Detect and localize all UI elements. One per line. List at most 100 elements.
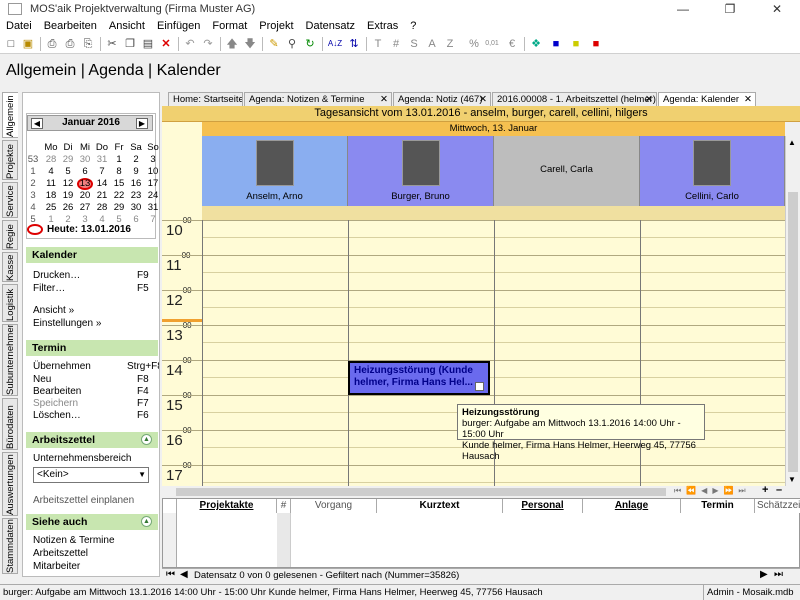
calendar-day[interactable]: 31 xyxy=(94,154,110,165)
calendar-day[interactable]: 29 xyxy=(111,202,127,213)
redo-icon[interactable]: ↷ xyxy=(200,36,216,52)
tab-agenda-notiz[interactable]: Agenda: Notiz (467) ✕ xyxy=(393,92,491,106)
calendar-day[interactable]: 12 xyxy=(60,178,76,189)
down-icon[interactable]: 🡇 xyxy=(242,36,258,52)
tab-agenda-kalender[interactable]: Agenda: Kalender ✕ xyxy=(658,92,756,106)
calendar-day[interactable]: 18 xyxy=(43,190,59,201)
paste-icon[interactable]: ▤ xyxy=(140,36,156,52)
tab-arbeitszettel[interactable]: 2016.00008 - 1. Arbeitszettel (helmer) ✕ xyxy=(492,92,657,106)
ansicht-link[interactable]: Ansicht » xyxy=(33,305,74,316)
today-link[interactable]: Heute: 13.01.2016 xyxy=(47,224,131,235)
calendar-day[interactable]: 24 xyxy=(145,190,159,201)
calendar-day[interactable]: 11 xyxy=(43,178,59,189)
calendar-day[interactable]: 6 xyxy=(77,166,93,177)
calendar-day[interactable]: 16 xyxy=(128,178,144,189)
s-icon[interactable]: S xyxy=(406,36,422,52)
next-month-button[interactable]: ▶ xyxy=(136,118,148,129)
calendar-day[interactable]: 8 xyxy=(111,166,127,177)
day-header[interactable]: Mittwoch, 13. Januar xyxy=(202,122,785,136)
menu-einfuegen[interactable]: Einfügen xyxy=(151,18,206,34)
calendar-day[interactable]: 30 xyxy=(128,202,144,213)
scroll-thumb[interactable] xyxy=(788,192,798,472)
z-icon[interactable]: Z xyxy=(442,36,458,52)
termin-neu-link[interactable]: Neu xyxy=(33,374,51,385)
calendar-day[interactable]: 29 xyxy=(60,154,76,165)
first-record-icon[interactable]: ⏮ xyxy=(166,569,175,580)
delete-icon[interactable]: ✕ xyxy=(158,36,174,52)
kalender-filter-link[interactable]: Filter… xyxy=(33,283,65,294)
termin-bearbeiten-link[interactable]: Bearbeiten xyxy=(33,386,81,397)
calendar-day[interactable]: 15 xyxy=(111,178,127,189)
calendar-day[interactable]: 7 xyxy=(145,214,159,225)
appointment-heizungsstoerung[interactable]: Heizungsstörung (Kunde helmer, Firma Han… xyxy=(348,361,490,395)
last-record-icon[interactable]: ⏭ xyxy=(774,569,783,580)
calendar-day[interactable]: 28 xyxy=(43,154,59,165)
termin-loeschen-link[interactable]: Löschen… xyxy=(33,410,81,421)
close-tab-icon[interactable]: ✕ xyxy=(744,93,752,106)
copy-icon[interactable]: ❐ xyxy=(122,36,138,52)
new-icon[interactable]: □ xyxy=(3,36,19,52)
prev-record-icon[interactable]: ◀ xyxy=(180,569,188,580)
calendar-day[interactable]: 20 xyxy=(77,190,93,201)
calendar-day[interactable]: 17 xyxy=(145,178,159,189)
calendar-day[interactable]: 21 xyxy=(94,190,110,201)
close-tab-icon[interactable]: ✕ xyxy=(479,93,487,106)
termin-speichern-link[interactable]: Speichern xyxy=(33,398,78,409)
col-anlage[interactable]: Anlage xyxy=(583,499,681,513)
menu-format[interactable]: Format xyxy=(206,18,253,34)
tab-home-startseite[interactable]: Home: Startseite xyxy=(168,92,243,106)
menu-extras[interactable]: Extras xyxy=(361,18,404,34)
vtab-service[interactable]: Service xyxy=(2,182,18,218)
all-day-row[interactable] xyxy=(202,206,785,220)
menu-help[interactable]: ? xyxy=(404,18,422,34)
vtab-auswertungen[interactable]: Auswertungen xyxy=(2,452,18,516)
col-projektakte[interactable]: Projektakte xyxy=(177,499,277,513)
hash-icon[interactable]: # xyxy=(388,36,404,52)
calendar-day[interactable]: 31 xyxy=(145,202,159,213)
notizen-termine-link[interactable]: Notizen & Termine xyxy=(33,535,115,546)
unternehmensbereich-select[interactable]: <Kein> ▼ xyxy=(33,467,149,483)
calendar-day[interactable]: 4 xyxy=(43,166,59,177)
calendar-day[interactable]: 22 xyxy=(111,190,127,201)
scroll-up-icon[interactable]: ▲ xyxy=(788,138,796,147)
cut-icon[interactable]: ✂ xyxy=(104,36,120,52)
calendar-day[interactable]: 3 xyxy=(145,154,159,165)
close-tab-icon[interactable]: ✕ xyxy=(380,93,388,106)
up-icon[interactable]: 🡅 xyxy=(224,36,240,52)
sort-desc-icon[interactable]: ⇅ xyxy=(346,36,362,52)
einstellungen-link[interactable]: Einstellungen » xyxy=(33,318,101,329)
currency-icon[interactable]: € xyxy=(504,36,520,52)
col-personal[interactable]: Personal xyxy=(503,499,583,513)
calendar-day[interactable]: 27 xyxy=(77,202,93,213)
vertical-scrollbar[interactable]: ▲ ▼ xyxy=(785,136,800,486)
lock-blue-icon[interactable]: ■ xyxy=(548,36,564,52)
t-icon[interactable]: T xyxy=(370,36,386,52)
vtab-allgemein[interactable]: Allgemein xyxy=(2,92,18,138)
calendar-day[interactable]: 23 xyxy=(128,190,144,201)
pen-icon[interactable]: ✎ xyxy=(266,36,282,52)
section-siehe-auch-header[interactable]: Siehe auch xyxy=(26,514,158,530)
col-schaetzzeit[interactable]: Schätzzeit xyxy=(755,499,800,513)
vtab-stammdaten[interactable]: Stammdaten xyxy=(2,518,18,574)
percent-icon[interactable]: % xyxy=(466,36,482,52)
vtab-logistik[interactable]: Logistik xyxy=(2,284,18,322)
col-hash[interactable]: # xyxy=(277,499,291,513)
menu-ansicht[interactable]: Ansicht xyxy=(103,18,151,34)
calendar-day[interactable]: 9 xyxy=(128,166,144,177)
vtab-buerodaten[interactable]: Bürodaten xyxy=(2,398,18,450)
vtab-kasse[interactable]: Kasse xyxy=(2,252,18,282)
undo-icon[interactable]: ↶ xyxy=(182,36,198,52)
person-header-cellini[interactable]: Cellini, Carlo xyxy=(640,136,785,206)
collapse-icon[interactable]: ▲ xyxy=(141,516,152,527)
section-termin-header[interactable]: Termin xyxy=(26,340,158,356)
kalender-drucken-link[interactable]: Drucken… xyxy=(33,270,80,281)
sort-icon[interactable]: A↓Z xyxy=(325,36,345,52)
col-vorgang[interactable]: Vorgang xyxy=(291,499,377,513)
calendar-day[interactable]: 10 xyxy=(145,166,159,177)
lock-yellow-icon[interactable]: ■ xyxy=(568,36,584,52)
horizontal-scroll-thumb[interactable] xyxy=(176,488,666,496)
person-header-carell[interactable]: Carell, Carla xyxy=(494,136,640,206)
vtab-projekte[interactable]: Projekte xyxy=(2,140,18,180)
tab-agenda-notizen[interactable]: Agenda: Notizen & Termine ✕ xyxy=(244,92,392,106)
next-record-icon[interactable]: ▶ xyxy=(760,569,768,580)
